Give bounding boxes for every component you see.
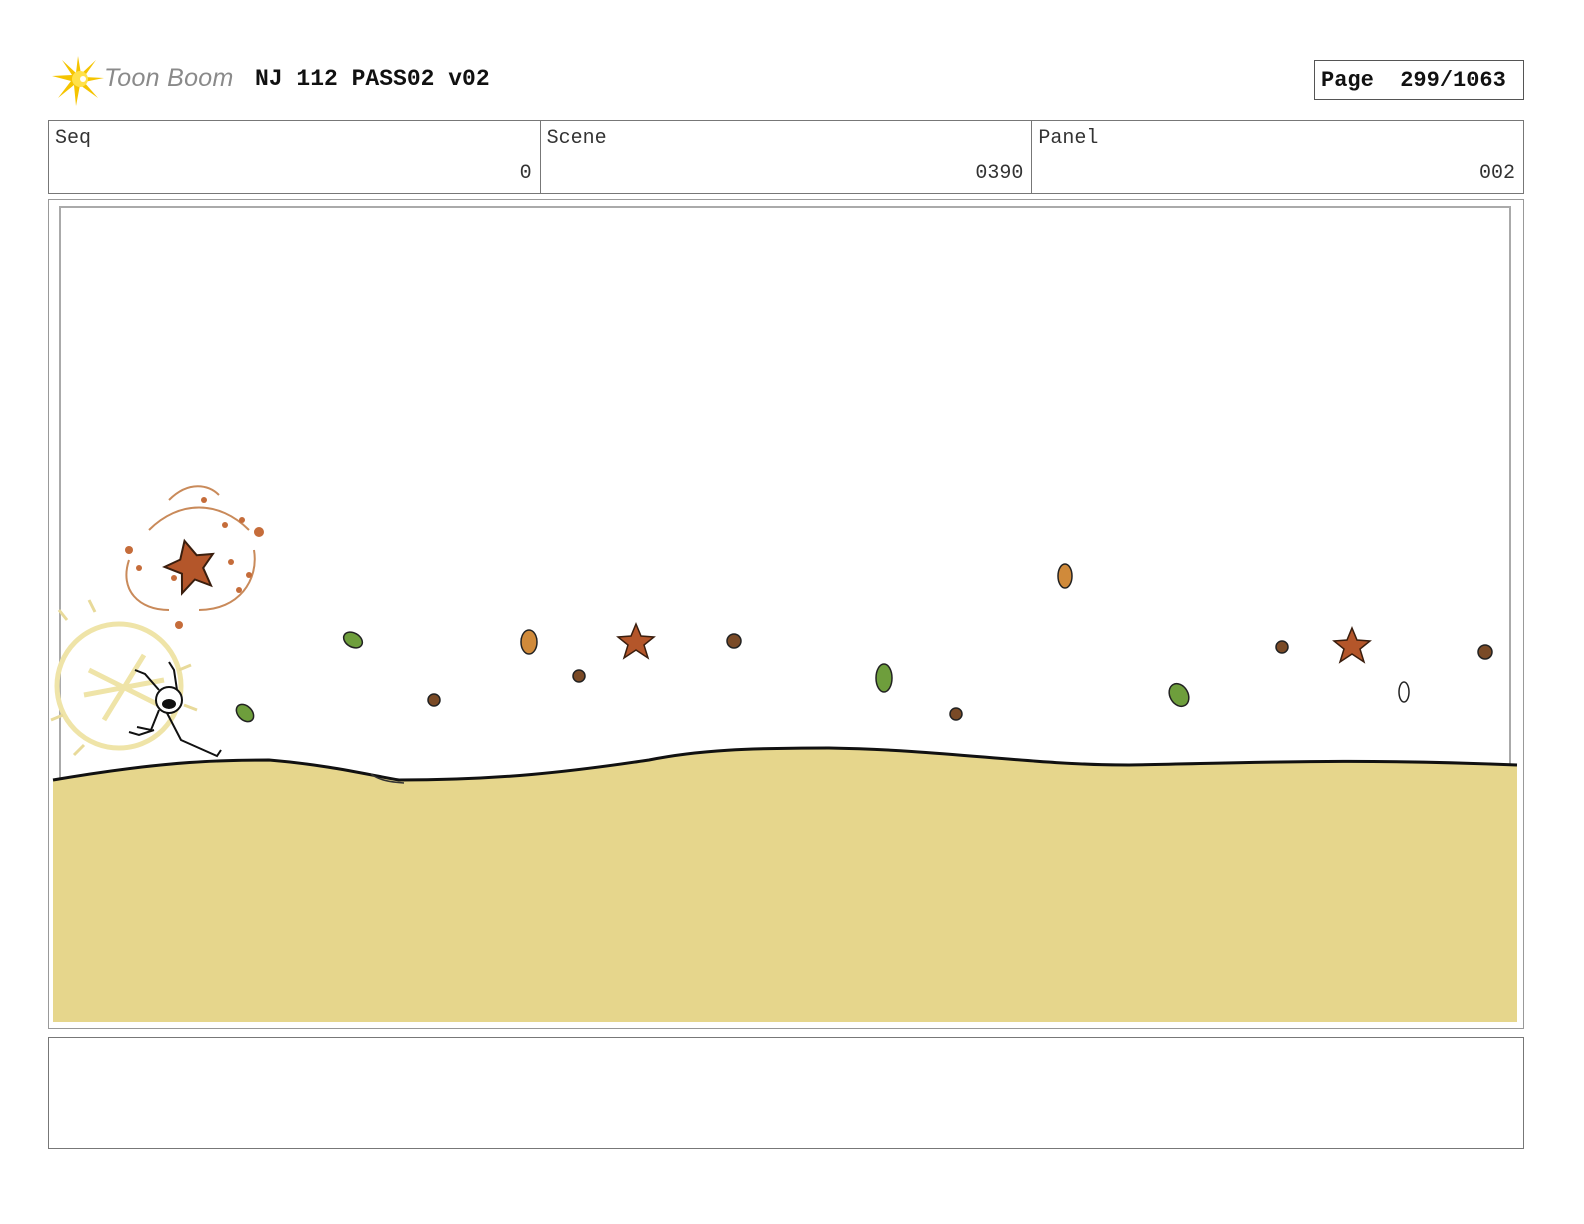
project-title: NJ 112 PASS02 v02	[255, 66, 490, 92]
leaf-green	[342, 631, 364, 649]
page-number: 299/1063	[1400, 67, 1506, 93]
scene-value: 0390	[975, 162, 1024, 185]
page-indicator: Page 299/1063	[1314, 60, 1524, 100]
leaf-brown	[572, 669, 586, 683]
seq-value: 0	[519, 162, 532, 185]
page-label: Page	[1321, 67, 1374, 93]
leaf-outline	[1398, 681, 1410, 703]
leaf-brown	[1477, 644, 1493, 660]
leaf-orange	[1057, 563, 1073, 589]
small-starfish	[1332, 626, 1372, 664]
panel-value: 002	[1479, 162, 1516, 185]
panel-label: Panel	[1038, 127, 1099, 150]
leaf-green	[875, 663, 893, 693]
ground-fill	[53, 748, 1517, 1022]
seq-label: Seq	[55, 127, 92, 150]
seq-cell: Seq 0	[49, 121, 541, 193]
scene-cell: Scene 0390	[541, 121, 1033, 193]
leaf-green	[1168, 682, 1190, 708]
leaf-brown	[427, 693, 441, 707]
storyboard-panel	[48, 199, 1524, 1029]
leaf-orange	[520, 629, 538, 655]
leaf-brown	[726, 633, 742, 649]
leaf-green	[235, 703, 255, 723]
panel-drawing	[50, 206, 1518, 1022]
shot-info-row: Seq 0 Scene 0390 Panel 002	[48, 120, 1524, 194]
small-starfish	[616, 622, 656, 660]
panel-cell: Panel 002	[1032, 121, 1523, 193]
falling-leaves	[235, 563, 1493, 723]
leaf-brown	[949, 707, 963, 721]
sun-burst-icon	[52, 56, 104, 106]
scene-label: Scene	[546, 127, 607, 150]
energy-glow	[54, 621, 184, 751]
leaf-brown	[1275, 640, 1289, 654]
toon-boom-logo: Toon Boom	[50, 52, 240, 108]
logo-text: Toon Boom	[104, 64, 234, 92]
notes-box	[48, 1037, 1524, 1149]
big-starfish	[162, 538, 215, 596]
